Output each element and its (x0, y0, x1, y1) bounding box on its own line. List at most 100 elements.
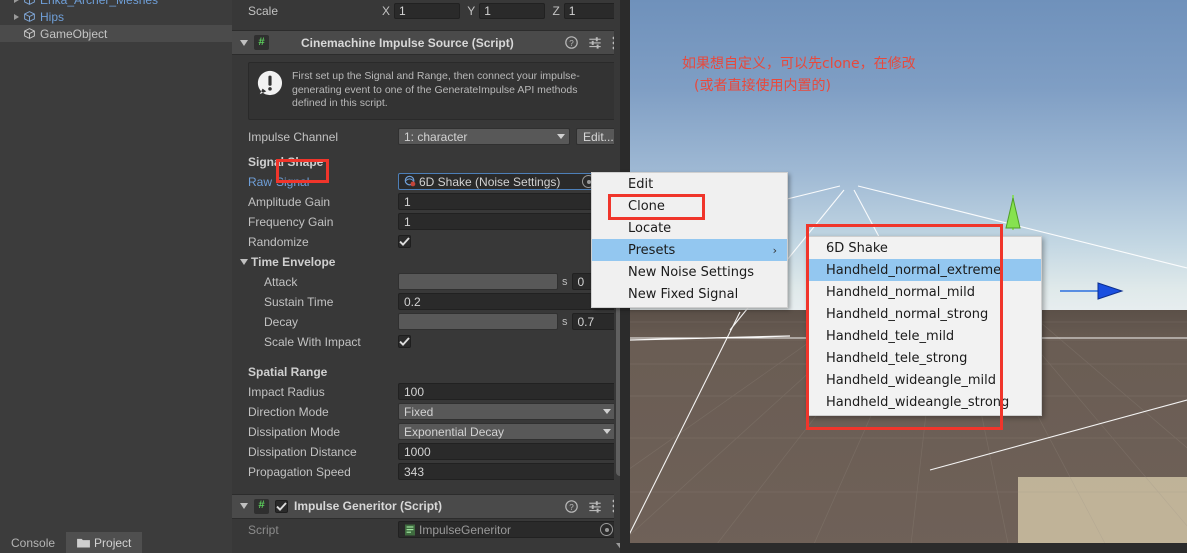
dissipation-distance-row: Dissipation Distance 1000 (232, 442, 630, 462)
scale-y-axis-label: Y (467, 4, 476, 18)
raw-signal-label-prefix: Raw (248, 174, 273, 189)
folder-icon (77, 538, 90, 548)
menu-item-label: New Noise Settings (628, 264, 755, 280)
scale-y-input[interactable]: 1 (479, 3, 546, 19)
help-icon[interactable]: ? (565, 499, 578, 513)
time-envelope-section-title[interactable]: Time Envelope (232, 252, 630, 272)
impulse-generitor-enabled-checkbox[interactable] (275, 499, 288, 513)
component-header-impulse-generitor[interactable]: # Impulse Generitor (Script) ? (232, 493, 630, 519)
randomize-row: Randomize (232, 232, 630, 252)
script-label: Script (248, 522, 279, 537)
object-picker-icon[interactable] (600, 523, 613, 536)
decay-curve-field[interactable] (398, 313, 558, 330)
expand-arrow-icon[interactable] (14, 13, 19, 20)
context-menu-item-presets[interactable]: Presets › (592, 239, 787, 261)
hierarchy-item-label: GameObject (40, 26, 108, 41)
cube-icon (24, 11, 35, 22)
dissipation-distance-label: Dissipation Distance (248, 444, 357, 459)
raw-signal-value: 6D Shake (Noise Settings) (419, 174, 561, 189)
chevron-down-icon (557, 134, 565, 139)
annotation-text-line-1: 如果想自定义，可以先clone，在修改 (682, 56, 916, 72)
decay-label: Decay (264, 314, 299, 329)
csharp-script-icon: # (254, 498, 269, 514)
tab-project[interactable]: Project (66, 532, 143, 553)
attack-curve-field[interactable] (398, 273, 558, 290)
tab-label: Console (11, 535, 56, 550)
scale-x-input[interactable]: 1 (394, 3, 461, 19)
submenu-arrow-icon: › (772, 243, 777, 257)
amplitude-gain-input[interactable]: 1 (398, 193, 616, 210)
propagation-speed-row: Propagation Speed 343 (232, 462, 630, 482)
hierarchy-item-label: Hips (40, 9, 65, 24)
hierarchy-panel-background (0, 42, 232, 525)
annotation-box-clone-item (608, 194, 705, 220)
hierarchy-item-gameobject[interactable]: GameObject (0, 25, 232, 42)
amplitude-gain-label: Amplitude Gain (248, 194, 331, 209)
context-menu-item-new-noise-settings[interactable]: New Noise Settings (592, 261, 787, 283)
hierarchy-item-hips[interactable]: Hips (0, 8, 232, 25)
help-icon[interactable]: ? (565, 36, 578, 49)
script-object-field[interactable]: ImpulseGeneritor (398, 521, 616, 538)
component-title: Impulse Generitor (Script) (294, 499, 443, 513)
help-box: First set up the Signal and Range, then … (248, 62, 616, 120)
checkmark-icon (399, 337, 410, 346)
cube-icon (24, 0, 35, 5)
menu-item-label: Edit (628, 176, 654, 192)
dissipation-distance-input[interactable]: 1000 (398, 443, 616, 460)
scale-with-impact-row: Scale With Impact (232, 332, 630, 352)
frequency-gain-input[interactable]: 1 (398, 213, 616, 230)
preset-icon[interactable] (588, 500, 602, 513)
csharp-script-icon: # (254, 35, 269, 50)
unity-editor-window: Erika_Archer_Meshes Hips GameObject Cons… (0, 0, 1187, 553)
component-title: Cinemachine Impulse Source (Script) (301, 35, 514, 50)
direction-mode-dropdown[interactable]: Fixed (398, 403, 616, 420)
direction-mode-row: Direction Mode Fixed (232, 402, 630, 422)
decay-row: Decay s 0.7 (232, 312, 630, 332)
direction-mode-label: Direction Mode (248, 404, 329, 419)
dissipation-mode-dropdown[interactable]: Exponential Decay (398, 423, 616, 440)
context-menu-item-new-fixed-signal[interactable]: New Fixed Signal (592, 283, 787, 305)
propagation-speed-label: Propagation Speed (248, 464, 351, 479)
impact-radius-input[interactable]: 100 (398, 383, 616, 400)
context-menu-item-edit[interactable]: Edit (592, 173, 787, 195)
scene-view-bottom-bar (630, 543, 1187, 553)
foldout-arrow-icon[interactable] (240, 39, 248, 46)
svg-text:?: ? (569, 39, 574, 48)
component-header-impulse-source[interactable]: # Cinemachine Impulse Source (Script) ? (232, 30, 630, 55)
cube-icon (24, 28, 35, 39)
decay-unit-label: s (562, 315, 568, 328)
expand-arrow-icon[interactable] (14, 0, 19, 3)
inspector-panel: Scale X 1 Y 1 Z 1 # Cinemachine Impulse … (232, 0, 630, 553)
foldout-arrow-icon[interactable] (240, 503, 248, 509)
script-asset-icon (405, 524, 415, 535)
scale-z-axis-label: Z (552, 4, 560, 18)
impact-radius-row: Impact Radius 100 (232, 382, 630, 402)
checkmark-icon (276, 501, 287, 511)
attack-row: Attack s 0 (232, 272, 630, 292)
annotation-box-presets-list (806, 224, 1003, 430)
spatial-range-section-title: Spatial Range (248, 364, 328, 379)
tab-label: Project (94, 535, 132, 550)
propagation-speed-input[interactable]: 343 (398, 463, 616, 480)
scale-row: Scale X 1 Y 1 Z 1 (232, 0, 630, 22)
dissipation-mode-row: Dissipation Mode Exponential Decay (232, 422, 630, 442)
context-menu-item-locate[interactable]: Locate (592, 217, 787, 239)
raw-signal-object-field[interactable]: 6D Shake (Noise Settings) (398, 173, 598, 190)
scale-with-impact-label: Scale With Impact (264, 334, 361, 349)
preset-icon[interactable] (588, 36, 602, 49)
dissipation-mode-value: Exponential Decay (404, 424, 505, 439)
signal-context-menu[interactable]: Edit Clone Locate Presets › New Noise Se… (591, 172, 788, 308)
hierarchy-item-erika-archer-meshes[interactable]: Erika_Archer_Meshes (0, 0, 232, 8)
help-box-text: First set up the Signal and Range, then … (292, 70, 580, 109)
randomize-checkbox[interactable] (398, 235, 411, 248)
impulse-channel-row: Impulse Channel 1: character Edit... (232, 126, 630, 148)
scale-with-impact-checkbox[interactable] (398, 335, 411, 348)
tab-console[interactable]: Console (0, 532, 67, 553)
hierarchy-panel: Erika_Archer_Meshes Hips GameObject (0, 0, 232, 42)
frequency-gain-row: Frequency Gain 1 (232, 212, 630, 232)
time-envelope-label: Time Envelope (251, 254, 336, 269)
decay-value-input[interactable]: 0.7 (571, 313, 620, 330)
foldout-arrow-icon[interactable] (240, 258, 248, 265)
sustain-time-input[interactable]: 0.2 (398, 293, 616, 310)
impulse-channel-dropdown[interactable]: 1: character (398, 128, 570, 145)
